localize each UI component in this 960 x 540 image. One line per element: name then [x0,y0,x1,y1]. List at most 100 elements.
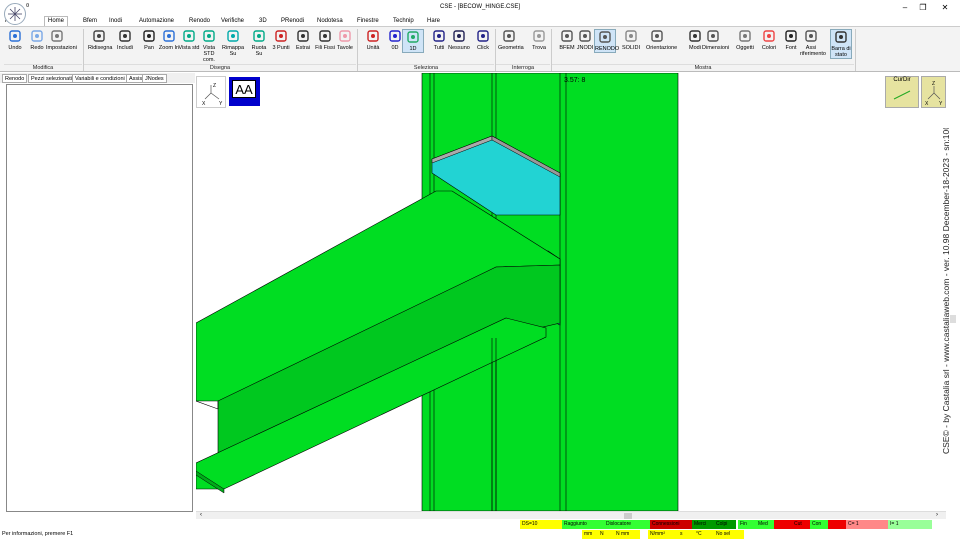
window-title: CSE - [BECOW_HINGE.CSE] [439,4,520,10]
view-triad-panel[interactable]: Z X Y [921,76,946,108]
ribbon-button-label: Assi riferimento [800,45,826,57]
ribbon-pan-button[interactable]: Pan [138,29,160,51]
ribbon-button-label: RENODO [595,46,620,52]
menu-bfem[interactable]: Bfem [80,17,100,25]
ribbon-renodo-button[interactable]: RENODO [594,29,620,53]
ribbon-estrai-button[interactable]: Estrai [292,29,314,51]
menu-automazione[interactable]: Automazione [136,17,177,25]
ribbon-oggetti-button[interactable]: Oggetti [734,29,756,51]
ribbon-trova-icon [532,29,546,43]
ribbon-3-punti-icon [274,29,288,43]
model-canvas[interactable]: 3.57: 8 [196,73,946,511]
ribbon-fili-fissi-button[interactable]: Fili Fissi [314,29,336,51]
ribbon-impostazioni-button[interactable]: Impostazioni [46,29,77,51]
ribbon-button-label: 0D [391,45,399,51]
ribbon-ruota-su-button[interactable]: Ruota Su [248,29,270,57]
3d-viewport[interactable]: 3.57: 8 Z X Y AA CurDir Z X Y [196,73,946,511]
app-logo-icon[interactable] [4,3,26,25]
ribbon-modi-icon [688,29,702,43]
tab-variabili-e-condizioni[interactable]: Variabili e condizioni [72,74,128,83]
ribbon-button-label: Fili Fissi [315,45,335,51]
ribbon-zoom-in-button[interactable]: Zoom In [158,29,180,51]
ribbon-button-label: 3 Punti [272,45,290,51]
renodo-panel[interactable] [6,84,193,512]
ribbon-tavole-button[interactable]: Tavole [334,29,356,51]
menu-hare[interactable]: Hare [424,17,443,25]
status-indicator: Cut [792,520,810,529]
version-watermark: CSE© - by Castalia srl - www.castaliaweb… [941,128,951,454]
ribbon-undo-button[interactable]: Undo [4,29,26,51]
menu-nodotesa[interactable]: Nodotesa [314,17,346,25]
ribbon-button-label: Unità [366,45,380,51]
ribbon-rimappa-su-icon [226,29,240,43]
ribbon-click-button[interactable]: Click [472,29,494,51]
unit-indicator: °C [694,530,714,539]
restore-button[interactable]: ❐ [914,2,932,14]
status-indicator [828,520,846,529]
ribbon-vista-std-icon [182,29,196,43]
ribbon-impostazioni-icon [50,29,64,43]
ribbon-geometria-button[interactable]: Geometria [498,29,524,51]
ribbon-includi-button[interactable]: Includi [114,29,136,51]
status-indicator [774,520,792,529]
ribbon-button-label: Dimensioni [702,45,730,51]
tab-renodo[interactable]: Renodo [2,74,28,83]
ribbon-button-label: Modi [689,45,701,51]
left-panel-tabs: Renodo Pezzi selezionati Variabili e condi… [0,73,195,83]
ribbon-unit--button[interactable]: Unità [362,29,384,51]
ribbon-vista-std-button[interactable]: Vista std [178,29,200,51]
minimize-button[interactable]: – [896,2,914,14]
status-indicator: I= 1 [888,520,932,529]
ribbon-ridisegna-button[interactable]: Ridisegna [88,29,112,51]
menu-renodo[interactable]: Renodo [186,17,213,25]
ribbon-solidi-button[interactable]: SOLIDI [620,29,642,51]
ribbon-barra-di-stato-button[interactable]: Barra di stato [830,29,852,59]
aa-label: AA [232,80,256,98]
ribbon-button-label: Zoom In [158,45,180,51]
horizontal-scroll-thumb[interactable] [624,513,632,519]
ribbon-trova-button[interactable]: Trova [528,29,550,51]
status-indicator: Merci [692,520,714,529]
menu-inodi[interactable]: Inodi [106,17,125,25]
ribbon-nessuno-button[interactable]: Nessuno [448,29,470,51]
curdir-panel[interactable]: CurDir [885,76,919,108]
ribbon-button-label: SOLIDI [621,45,641,51]
menu-verifiche[interactable]: Verifiche [218,17,247,25]
ribbon-assi-riferimento-icon [804,29,818,43]
ribbon-button-label: Redo [30,45,44,51]
ribbon-redo-button[interactable]: Redo [26,29,48,51]
ribbon-button-label: BFEM [559,45,575,51]
title-bar: CSE - [BECOW_HINGE.CSE] ¤ – ❐ ✕ [0,0,960,16]
tab-jnodes[interactable]: JNodes [142,74,167,83]
ribbon-font-button[interactable]: Font [780,29,802,51]
ribbon-orientazione-button[interactable]: Orientazione [646,29,677,51]
ribbon-colori-button[interactable]: Colori [758,29,780,51]
ribbon-jnodi-button[interactable]: JNODI [574,29,596,51]
ribbon-3-punti-button[interactable]: 3 Punti [270,29,292,51]
scroll-left-arrow-icon[interactable]: ‹ [200,512,202,518]
tab-pezzi-selezionati[interactable]: Pezzi selezionati [28,74,75,83]
ribbon-rimappa-su-button[interactable]: Rimappa Su [222,29,244,57]
aa-button[interactable]: AA [229,77,260,106]
menu-3d[interactable]: 3D [256,17,270,25]
menu-finestre[interactable]: Finestre [354,17,382,25]
triad-z: Z [213,83,216,89]
menu-prenodi[interactable]: PRenodi [278,17,307,25]
ribbon-tutti-button[interactable]: Tutti [428,29,450,51]
ribbon-1d-button[interactable]: 1D [402,29,424,53]
status-indicator: Colpi [714,520,736,529]
menu-home[interactable]: Home [44,16,69,26]
ribbon-vista-std-com--button[interactable]: Vista STD com. [198,29,220,63]
close-button[interactable]: ✕ [936,2,954,14]
status-indicator: C= 1 [846,520,888,529]
menu-technip[interactable]: Technip [390,17,417,25]
scroll-right-arrow-icon[interactable]: › [936,512,938,518]
quick-access-icon[interactable]: ¤ [26,3,29,9]
horizontal-scrollbar[interactable]: ‹ › [196,511,946,519]
ribbon-assi-riferimento-button[interactable]: Assi riferimento [800,29,826,57]
ribbon-group-modifica: Modifica [4,64,82,72]
ribbon-tutti-icon [432,29,446,43]
ribbon-dimensioni-button[interactable]: Dimensioni [702,29,729,51]
unit-indicator: N mm [614,530,640,539]
status-bar-top: DS=10 Raggiunto Dislocatore Connessioni Merc… [0,520,960,530]
